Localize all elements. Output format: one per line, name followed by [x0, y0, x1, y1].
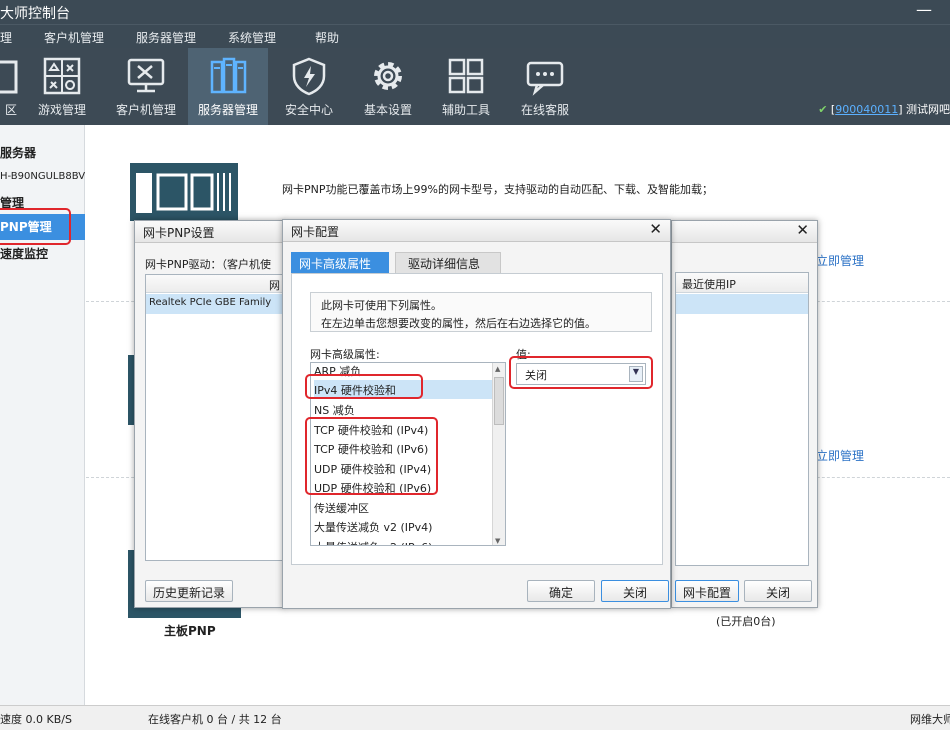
close-icon[interactable]: ✕	[649, 220, 662, 238]
sidebar-item-server[interactable]: H-B90NGULB8BV (	[0, 171, 92, 182]
toolbar-client-manage[interactable]: 客户机管理	[108, 48, 184, 125]
nic-config-dialog: 网卡配置 ✕ 网卡高级属性 驱动详细信息 此网卡可使用下列属性。 在左边单击您想…	[282, 219, 671, 609]
toolbar-partial[interactable]: 区	[0, 48, 22, 125]
manage-now-link-2[interactable]: 立即管理	[816, 447, 864, 464]
scrollbar[interactable]: ▲ ▼	[492, 363, 505, 545]
cafe-name: ] 测试网吧	[898, 103, 950, 116]
toolbar-game-manage[interactable]: 游戏管理	[30, 48, 94, 125]
list-item-selected[interactable]: IPv4 硬件校验和	[314, 380, 492, 399]
status-bar: 速度 0.0 KB/S 在线客户机 0 台 / 共 12 台 网维大师	[0, 705, 950, 730]
partial-icon	[0, 60, 18, 94]
desc-line-1: 此网卡可使用下列属性。	[321, 299, 442, 312]
nic-card-illustration	[130, 163, 238, 221]
list-item[interactable]: UDP 硬件校验和 (IPv4)	[314, 459, 492, 478]
pnp-dialog-header: 网卡PNP设置	[135, 221, 283, 243]
shield-bolt-icon	[292, 57, 326, 96]
brand-status: 网维大师	[910, 713, 950, 726]
sidebar-group-server[interactable]: 服务器	[0, 144, 36, 161]
desc-line-2: 在左边单击您想要改变的属性，然后在右边选择它的值。	[321, 317, 596, 330]
ip-dialog-header: ✕	[672, 221, 817, 243]
scroll-up-icon[interactable]: ▲	[495, 365, 500, 373]
menu-item-client[interactable]: 客户机管理	[44, 29, 104, 46]
list-item[interactable]: TCP 硬件校验和 (IPv4)	[314, 420, 492, 439]
toolbar-aux-tools[interactable]: 辅助工具	[434, 48, 498, 125]
nic-pnp-description: 网卡PNP功能已覆盖市场上99%的网卡型号，支持驱动的自动匹配、下载、及智能加载…	[282, 183, 713, 196]
list-item[interactable]: TCP 硬件校验和 (IPv6)	[314, 439, 492, 458]
menu-item-help[interactable]: 帮助	[315, 29, 339, 46]
desc-box: 此网卡可使用下列属性。 在左边单击您想要改变的属性，然后在右边选择它的值。	[310, 292, 652, 332]
config-dialog-title: 网卡配置	[291, 225, 340, 239]
value-label: 值:	[516, 348, 531, 361]
close-icon[interactable]: ✕	[796, 221, 809, 239]
client-pc-icon	[127, 58, 165, 93]
pnp-driver-list[interactable]: 网 Realtek PCIe GBE Family	[145, 274, 285, 561]
list-item[interactable]: 大量传送减负 v2 (IPv4)	[314, 517, 492, 536]
speed-status: 速度 0.0 KB/S	[0, 713, 72, 726]
value-select[interactable]: 关闭 ▼	[516, 363, 646, 385]
account-link[interactable]: 900040011	[835, 103, 898, 116]
list-item[interactable]: NS 减负	[314, 400, 492, 419]
client-count-status: 在线客户机 0 台 / 共 12 台	[148, 713, 282, 726]
table-row[interactable]: Realtek PCIe GBE Family	[146, 294, 284, 314]
history-button[interactable]: 历史更新记录	[145, 580, 233, 602]
sidebar-item-speed-monitor[interactable]: 速度监控	[0, 245, 48, 262]
chat-icon	[526, 61, 564, 96]
list-item[interactable]: 大量传送减负 v2 (IPv6)	[314, 537, 492, 545]
nic-config-button[interactable]: 网卡配置	[675, 580, 739, 602]
tab-advanced[interactable]: 网卡高级属性	[291, 252, 389, 274]
toolbar-online-support[interactable]: 在线客服	[512, 48, 578, 125]
menu-item-system[interactable]: 系统管理	[228, 29, 276, 46]
list-item[interactable]: 传送缓冲区	[314, 498, 492, 517]
menu-item-server[interactable]: 服务器管理	[136, 29, 196, 46]
sidebar-group-manage[interactable]: 管理	[0, 194, 24, 211]
game-icon	[43, 57, 81, 95]
sidebar-item-pnp[interactable]: PNP管理	[0, 214, 85, 240]
app-title: 大师控制台	[0, 6, 70, 22]
menu-item-manage[interactable]: 理	[0, 29, 12, 46]
props-label: 网卡高级属性:	[310, 348, 380, 361]
list-item[interactable]: UDP 硬件校验和 (IPv6)	[314, 478, 492, 497]
ip-list[interactable]: 最近使用IP	[675, 272, 809, 566]
sidebar: 服务器 H-B90NGULB8BV ( 管理 PNP管理 速度监控	[0, 125, 92, 705]
config-close-button[interactable]: 关闭	[601, 580, 669, 602]
account-status: ✔ [900040011] 测试网吧	[818, 103, 950, 116]
menu-bar: 理 客户机管理 服务器管理 系统管理 帮助	[0, 24, 950, 48]
pnp-driver-label: 网卡PNP驱动：（客户机使	[145, 258, 271, 271]
toolbar-security[interactable]: 安全中心	[276, 48, 342, 125]
toolbar-basic-settings[interactable]: 基本设置	[355, 48, 421, 125]
opened-count: (已开启0台)	[716, 615, 776, 628]
main-toolbar: 区 游戏管理 客户机管理 服务器管理 安全中心 基本设置 辅助工具 在线客服 ✔…	[0, 48, 950, 125]
scroll-down-icon[interactable]: ▼	[495, 537, 500, 545]
gear-icon	[374, 62, 402, 90]
tab-panel: 此网卡可使用下列属性。 在左边单击您想要改变的属性，然后在右边选择它的值。 网卡…	[291, 273, 663, 565]
value-selected: 关闭	[525, 369, 547, 382]
col-header[interactable]: 网	[146, 275, 284, 293]
ok-button[interactable]: 确定	[527, 580, 595, 602]
pnp-dialog-title: 网卡PNP设置	[143, 226, 215, 240]
list-item[interactable]: ARP 减负	[314, 363, 492, 380]
ip-dialog: ✕ 最近使用IP 网卡配置 关闭	[671, 220, 818, 608]
chevron-down-icon[interactable]: ▼	[629, 366, 643, 382]
tab-driver-details[interactable]: 驱动详细信息	[395, 252, 501, 274]
scroll-thumb[interactable]	[494, 377, 504, 425]
grid-tools-icon	[448, 58, 484, 94]
toolbar-server-manage[interactable]: 服务器管理	[188, 48, 268, 125]
title-bar: 大师控制台 —	[0, 0, 950, 24]
col-recent-ip[interactable]: 最近使用IP	[676, 273, 808, 293]
server-icon	[210, 57, 247, 94]
ip-close-button[interactable]: 关闭	[744, 580, 812, 602]
table-row[interactable]	[676, 294, 808, 314]
board-pnp-label: 主板PNP	[164, 624, 216, 638]
minimize-button[interactable]: —	[916, 0, 932, 19]
config-dialog-header: 网卡配置 ✕	[283, 220, 670, 242]
manage-now-link[interactable]: 立即管理	[816, 252, 864, 269]
check-icon: ✔	[818, 103, 828, 116]
pnp-settings-dialog: 网卡PNP设置 网卡PNP驱动：（客户机使 网 Realtek PCIe GBE…	[134, 220, 285, 608]
props-list[interactable]: ARP 减负 IPv4 硬件校验和 NS 减负 TCP 硬件校验和 (IPv4)…	[310, 362, 506, 546]
